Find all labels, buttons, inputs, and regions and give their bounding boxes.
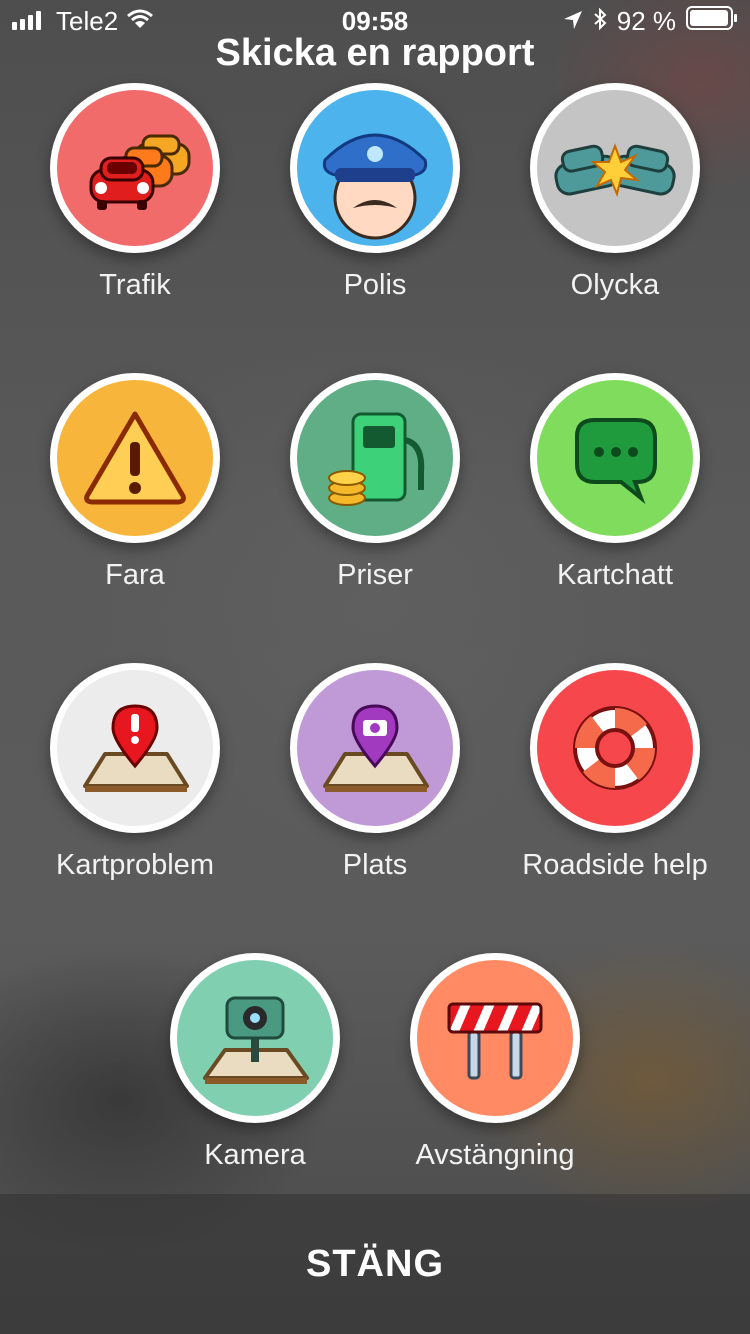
report-label: Polis [343,269,407,301]
place-camera-pin-icon [297,670,453,826]
report-label: Trafik [99,269,171,301]
report-hazard-button[interactable]: Fara [15,373,255,613]
report-camera-button[interactable]: Kamera [135,953,375,1193]
close-button[interactable]: STÄNG [0,1194,750,1334]
accident-icon [537,90,693,246]
gas-pump-icon [297,380,453,536]
report-label: Avstängning [415,1139,575,1171]
report-label: Plats [342,849,408,881]
lifebuoy-icon [537,670,693,826]
report-label: Kartchatt [556,559,674,591]
speed-camera-icon [177,960,333,1116]
report-prices-button[interactable]: Priser [255,373,495,613]
report-label: Olycka [570,269,660,301]
page-title: Skicka en rapport [215,32,535,74]
report-roadside-help-button[interactable]: Roadside help [495,663,735,903]
report-label: Priser [337,559,413,591]
report-label: Kartproblem [56,849,214,881]
report-police-button[interactable]: Polis [255,83,495,323]
report-map-issue-button[interactable]: Kartproblem [15,663,255,903]
report-mapchat-button[interactable]: Kartchatt [495,373,735,613]
hazard-icon [57,380,213,536]
bottom-bar: STÄNG [0,1194,750,1334]
chat-bubble-icon [537,380,693,536]
road-closure-icon [417,960,573,1116]
report-label: Fara [105,559,165,591]
report-traffic-button[interactable]: Trafik [15,83,255,323]
report-accident-button[interactable]: Olycka [495,83,735,323]
report-place-button[interactable]: Plats [255,663,495,903]
report-label: Roadside help [522,849,708,881]
report-closure-button[interactable]: Avstängning [375,953,615,1193]
traffic-icon [57,90,213,246]
map-issue-icon [57,670,213,826]
report-label: Kamera [204,1139,306,1171]
police-icon [297,90,453,246]
